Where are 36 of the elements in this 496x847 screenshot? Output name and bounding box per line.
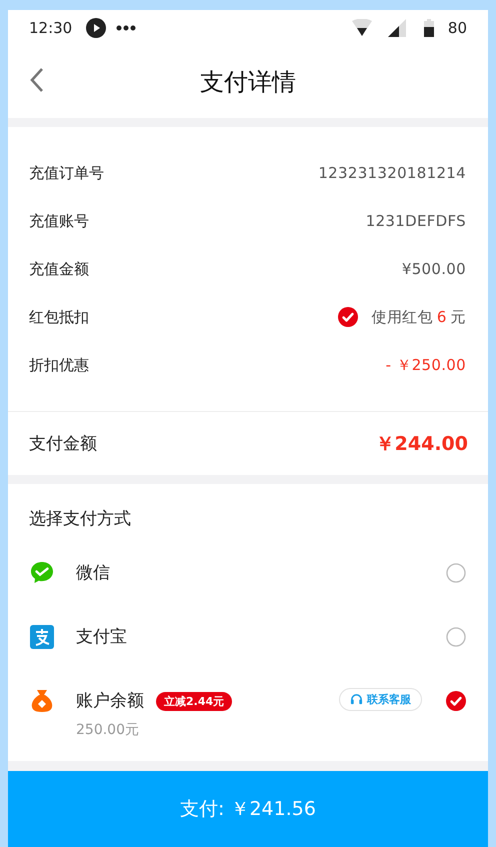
play-icon bbox=[86, 18, 106, 38]
row-value: 1231DEFDFS bbox=[366, 212, 466, 230]
battery-level: 80 bbox=[448, 18, 467, 36]
total-label: 支付金额 bbox=[29, 433, 97, 455]
wifi-icon bbox=[352, 18, 372, 36]
radio-button[interactable] bbox=[446, 627, 466, 647]
payment-method-name: 账户余额 bbox=[76, 690, 144, 713]
more-icon bbox=[116, 24, 136, 30]
row-value: ¥500.00 bbox=[402, 260, 466, 278]
signal-icon bbox=[388, 18, 406, 36]
row-label: 充值金额 bbox=[29, 260, 89, 278]
checked-icon[interactable] bbox=[338, 307, 358, 327]
row-label: 充值订单号 bbox=[29, 164, 104, 182]
checked-icon[interactable] bbox=[446, 691, 466, 711]
payment-method-name: 微信 bbox=[76, 562, 110, 585]
clock-time: 12:30 bbox=[29, 18, 72, 36]
discount-value: - ￥250.00 bbox=[386, 356, 466, 374]
pay-button[interactable]: 支付: ￥241.56 bbox=[8, 771, 488, 847]
wechat-icon bbox=[30, 561, 54, 585]
radio-button[interactable] bbox=[446, 563, 466, 583]
total-amount: ￥244.00 bbox=[376, 432, 468, 456]
balance-amount: 250.00元 bbox=[76, 721, 140, 739]
page-title: 支付详情 bbox=[200, 66, 296, 98]
payment-method-name: 支付宝 bbox=[76, 626, 127, 649]
coupon-text: 使用红包 6 元 bbox=[372, 308, 466, 326]
section-title: 选择支付方式 bbox=[28, 508, 132, 531]
headset-icon bbox=[350, 693, 363, 706]
money-bag-icon bbox=[30, 689, 54, 713]
contact-support-button[interactable]: 联系客服 bbox=[339, 688, 422, 711]
alipay-icon bbox=[30, 625, 54, 649]
discount-badge: 立减2.44元 bbox=[156, 692, 232, 710]
row-label: 充值账号 bbox=[29, 212, 89, 230]
row-value: 123231320181214 bbox=[318, 164, 466, 182]
battery-icon bbox=[424, 18, 434, 36]
row-label: 折扣优惠 bbox=[29, 356, 89, 374]
row-label: 红包抵扣 bbox=[29, 308, 89, 326]
